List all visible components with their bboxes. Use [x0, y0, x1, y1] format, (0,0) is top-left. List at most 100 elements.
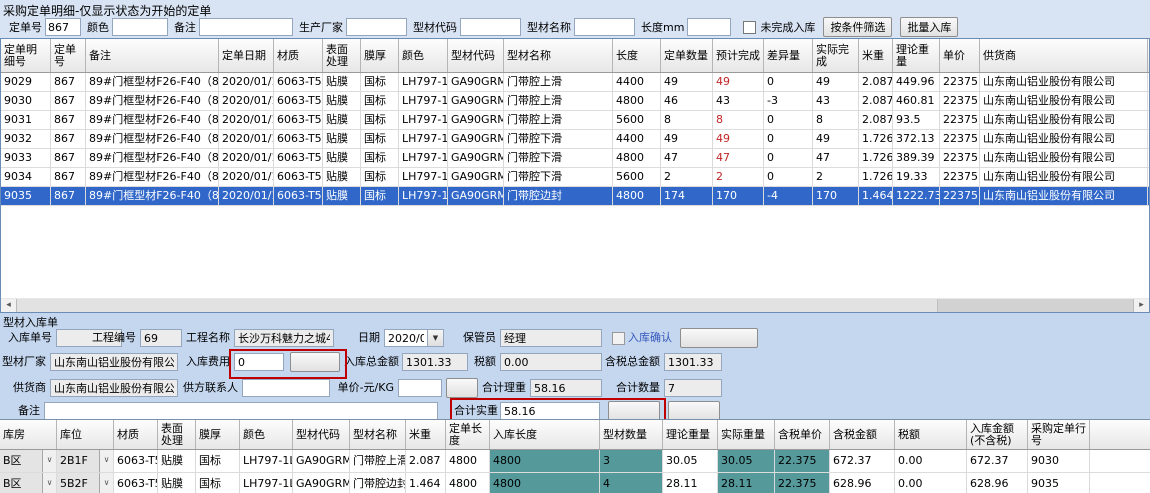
reset-button[interactable]	[446, 378, 478, 398]
column-header[interactable]: 单价	[940, 39, 980, 72]
horizontal-scrollbar[interactable]: ◂ ▸	[1, 298, 1149, 312]
column-header[interactable]: 实际完成	[813, 39, 859, 72]
column-header[interactable]: 颜色	[399, 39, 448, 72]
column-header[interactable]: 材质	[114, 420, 158, 449]
total-theory-field[interactable]	[530, 379, 602, 397]
fee-share-button[interactable]	[290, 352, 340, 372]
chevron-down-icon[interactable]: ∨	[99, 450, 113, 472]
order-row[interactable]: 902986789#门框型材F26-F40（866+867）2020/01/13…	[1, 73, 1149, 92]
scrollbar-track[interactable]	[938, 299, 1133, 312]
date-field[interactable]	[384, 329, 428, 347]
column-header[interactable]: 定单号	[51, 39, 86, 72]
table-cell: 89#门框型材F26-F40（866+867）	[86, 187, 219, 205]
remark-field[interactable]	[44, 402, 438, 420]
filter-input-remark[interactable]	[199, 18, 293, 36]
inbound-fee-field[interactable]	[234, 353, 284, 371]
column-header[interactable]: 型材代码	[448, 39, 504, 72]
batch-inbound-button[interactable]: 批量入库	[900, 17, 958, 37]
filter-by-condition-button[interactable]: 按条件筛选	[823, 17, 892, 37]
filter-input-color[interactable]	[112, 18, 168, 36]
scroll-left-button[interactable]: ◂	[1, 299, 17, 312]
filter-input-length-mm[interactable]	[687, 18, 731, 36]
combo-cell[interactable]: B区∨	[0, 450, 57, 472]
column-header[interactable]: 米重	[859, 39, 893, 72]
order-row[interactable]: 903586789#门框型材F26-F40（866+867）2020/01/13…	[1, 187, 1149, 206]
column-header[interactable]: 颜色	[240, 420, 293, 449]
supplier-contact-field[interactable]	[242, 379, 330, 397]
column-header[interactable]: 库房	[0, 420, 57, 449]
column-header[interactable]: 定单日期	[219, 39, 274, 72]
column-header[interactable]: 入库长度	[490, 420, 600, 449]
column-header[interactable]: 入库金额(不含税)	[967, 420, 1028, 449]
entry-row[interactable]: B区∨2B1F∨6063-T5贴膜国标LH797-1LL0GA90GRM03门带…	[0, 450, 1150, 473]
combo-cell[interactable]: 5B2F∨	[57, 473, 114, 493]
column-header[interactable]: 定单明细号	[1, 39, 51, 72]
column-header[interactable]: 理论重量	[663, 420, 718, 449]
unfinished-inbound-checkbox[interactable]	[743, 21, 756, 34]
column-header[interactable]: 米重	[406, 420, 446, 449]
column-header[interactable]: 定单长度	[446, 420, 490, 449]
table-cell: 贴膜	[323, 149, 361, 167]
column-header[interactable]: 定单数量	[661, 39, 713, 72]
table-cell: 国标	[361, 92, 399, 110]
chevron-down-icon[interactable]: ∨	[42, 473, 56, 493]
column-header[interactable]: 备注	[86, 39, 219, 72]
table-cell: 4800	[613, 92, 661, 110]
column-header[interactable]: 型材代码	[293, 420, 350, 449]
total-actual-field[interactable]	[500, 402, 600, 420]
column-header[interactable]: 膜厚	[196, 420, 240, 449]
table-cell: 867	[51, 92, 86, 110]
column-header[interactable]: 表面处理	[158, 420, 196, 449]
unit-price-field[interactable]	[398, 379, 442, 397]
filter-input-profile-code[interactable]	[460, 18, 521, 36]
column-header[interactable]: 表面处理	[323, 39, 361, 72]
filter-input-order-no[interactable]	[45, 18, 81, 36]
supplier-field[interactable]	[50, 379, 178, 397]
table-cell: GA90GRM04	[448, 149, 504, 167]
combo-cell[interactable]: 2B1F∨	[57, 450, 114, 472]
combo-cell[interactable]: B区∨	[0, 473, 57, 493]
inbound-confirm-checkbox[interactable]	[612, 332, 625, 345]
column-header[interactable]: 型材名称	[350, 420, 406, 449]
tax-total-field[interactable]	[664, 353, 722, 371]
order-row[interactable]: 903286789#门框型材F26-F40（866+867）2020/01/13…	[1, 130, 1149, 149]
column-header[interactable]: 理论重量	[893, 39, 940, 72]
inbound-total-field[interactable]	[402, 353, 468, 371]
calendar-dropdown-icon[interactable]: ▼	[428, 329, 444, 347]
entry-row[interactable]: B区∨5B2F∨6063-T5贴膜国标LH797-1LL0GA90GRM05门带…	[0, 473, 1150, 493]
column-header[interactable]: 库位	[57, 420, 114, 449]
scroll-right-button[interactable]: ▸	[1133, 299, 1149, 312]
column-header[interactable]: 膜厚	[361, 39, 399, 72]
project-name-field[interactable]	[234, 329, 334, 347]
project-no-field[interactable]	[140, 329, 182, 347]
column-header[interactable]: 材质	[274, 39, 323, 72]
tax-field[interactable]	[500, 353, 602, 371]
column-header[interactable]: 长度	[613, 39, 661, 72]
column-header[interactable]: 供货商	[980, 39, 1148, 72]
column-header[interactable]: 含税金额	[830, 420, 895, 449]
copy-location-button[interactable]	[680, 328, 758, 348]
column-header[interactable]: 型材数量	[600, 420, 663, 449]
table-cell: 山东南山铝业股份有限公司	[980, 149, 1148, 167]
chevron-down-icon[interactable]: ∨	[42, 450, 56, 472]
factory-field[interactable]	[50, 353, 178, 371]
actual-weight-share-button[interactable]	[608, 401, 660, 421]
column-header[interactable]: 差异量	[764, 39, 813, 72]
scrollbar-thumb[interactable]	[17, 299, 938, 312]
column-header[interactable]: 实际重量	[718, 420, 775, 449]
column-header[interactable]: 预计完成	[713, 39, 764, 72]
column-header[interactable]: 含税单价	[775, 420, 830, 449]
order-row[interactable]: 903486789#门框型材F26-F40（866+867）2020/01/13…	[1, 168, 1149, 187]
order-row[interactable]: 903086789#门框型材F26-F40（866+867）2020/01/13…	[1, 92, 1149, 111]
total-qty-field[interactable]	[664, 379, 722, 397]
keeper-field[interactable]	[500, 329, 602, 347]
order-row[interactable]: 903186789#门框型材F26-F40（866+867）2020/01/13…	[1, 111, 1149, 130]
column-header[interactable]: 型材名称	[504, 39, 613, 72]
column-header[interactable]: 税额	[895, 420, 967, 449]
filter-input-manufacturer[interactable]	[346, 18, 407, 36]
filter-input-profile-name[interactable]	[574, 18, 635, 36]
split-location-button[interactable]	[668, 401, 720, 421]
column-header[interactable]: 采购定单行号	[1028, 420, 1090, 449]
order-row[interactable]: 903386789#门框型材F26-F40（866+867）2020/01/13…	[1, 149, 1149, 168]
chevron-down-icon[interactable]: ∨	[99, 473, 113, 493]
